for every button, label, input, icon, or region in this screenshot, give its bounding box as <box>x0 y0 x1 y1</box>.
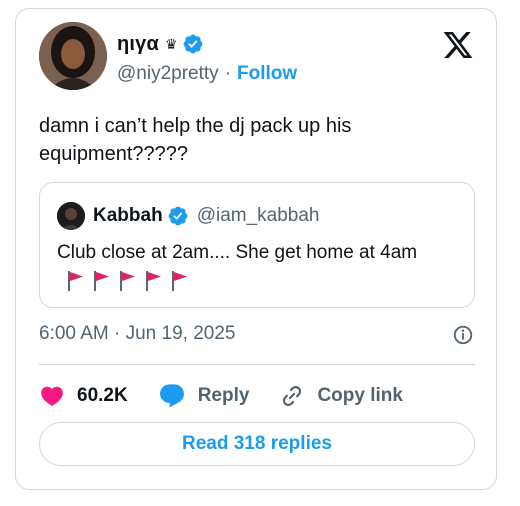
divider <box>39 364 475 365</box>
tweet-timestamp[interactable]: 6:00 AM · Jun 19, 2025 <box>39 323 235 345</box>
action-bar: 60.2K Reply Copy link <box>39 381 433 411</box>
copy-link-button[interactable]: Copy link <box>279 383 403 409</box>
quote-text: Club close at 2am.... She get home at 4a… <box>57 242 418 263</box>
like-button[interactable]: 60.2K <box>39 383 128 409</box>
avatar-photo <box>39 22 107 90</box>
heart-icon <box>41 386 63 406</box>
info-icon[interactable] <box>452 324 474 346</box>
tweet-text: damn i can’t help the dj pack up his equ… <box>39 115 352 165</box>
author-name-row[interactable]: ηιγα ♛ <box>117 31 204 57</box>
tweet-card: ηιγα ♛ @niy2pretty · Follow damn i can’t… <box>15 8 497 490</box>
red-flag-icon <box>146 270 161 291</box>
read-replies-button[interactable]: Read 318 replies <box>39 422 475 466</box>
follow-button[interactable]: Follow <box>237 63 297 85</box>
quote-author-row: Kabbah @iam_kabbah <box>93 203 320 229</box>
copy-link-label: Copy link <box>317 385 403 406</box>
red-flag-icon <box>120 270 135 291</box>
link-icon <box>283 386 302 406</box>
verified-badge-icon <box>168 206 188 226</box>
like-count: 60.2K <box>77 385 128 406</box>
verified-badge-icon <box>183 34 202 54</box>
red-flags <box>65 270 189 292</box>
x-logo-icon[interactable] <box>442 29 474 61</box>
quote-avatar[interactable] <box>57 202 85 230</box>
author-handle-row: @niy2pretty · Follow <box>117 63 297 85</box>
quote-avatar-photo <box>57 202 85 230</box>
quote-text-block: Club close at 2am.... She get home at 4a… <box>57 239 457 295</box>
reply-label: Reply <box>197 385 250 406</box>
crown-icon: ♛ <box>165 35 178 52</box>
red-flag-icon <box>94 270 109 291</box>
quoted-tweet[interactable]: Kabbah @iam_kabbah Club close at 2am....… <box>39 182 475 308</box>
separator-dot: · <box>224 63 231 84</box>
reply-button[interactable]: Reply <box>158 382 250 410</box>
avatar[interactable] <box>39 22 107 90</box>
red-flag-icon <box>68 270 83 291</box>
red-flag-icon <box>172 270 187 291</box>
author-handle[interactable]: @niy2pretty <box>117 63 219 85</box>
author-display-name[interactable]: ηιγα <box>117 33 159 56</box>
quote-display-name[interactable]: Kabbah <box>93 205 163 227</box>
reply-bubble-icon <box>159 384 184 408</box>
quote-handle[interactable]: @iam_kabbah <box>197 205 320 227</box>
